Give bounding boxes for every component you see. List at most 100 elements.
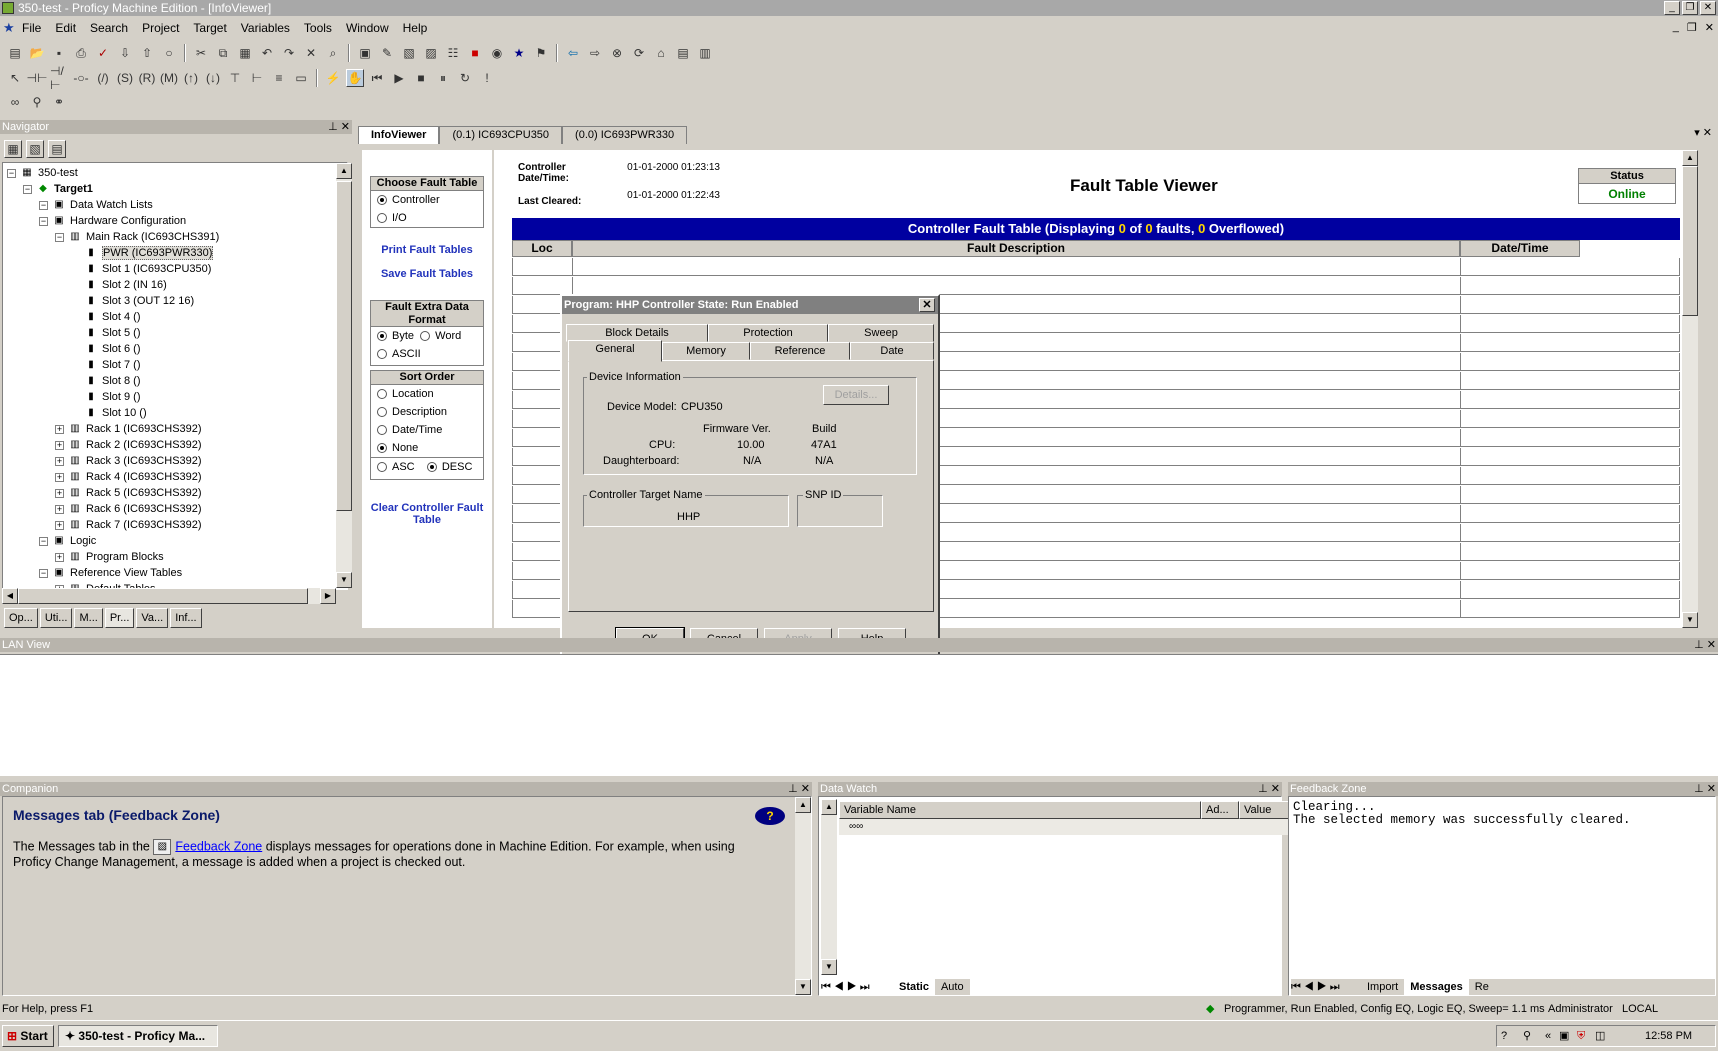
contact-no-icon[interactable]: ⊣⊢ [27,69,48,87]
tree-item[interactable]: − ▥ Main Rack (IC693CHS391) [55,229,219,245]
tree-item[interactable]: ▮ PWR (IC693PWR330) [71,245,214,261]
refresh-icon[interactable]: ⟳ [630,44,648,62]
doc-window-controls[interactable]: ▾ ✕ [1694,126,1712,139]
scroll-up-icon[interactable]: ▲ [336,163,352,179]
tree-item[interactable]: ▮ Slot 10 () [71,405,146,421]
back-icon[interactable]: ⇦ [564,44,582,62]
rung-icon[interactable]: ≡ [270,69,288,87]
paste-icon[interactable]: ▦ [236,44,254,62]
pointer-icon[interactable]: ↖ [6,69,24,87]
redo-icon[interactable]: ↷ [280,44,298,62]
shield-icon[interactable]: ⛨ [1577,1026,1585,1046]
data-watch-scroll[interactable]: ▲ ▼ [821,799,837,975]
open-icon[interactable]: 📂 [28,44,46,62]
scroll-up-icon[interactable]: ▲ [1682,150,1698,166]
clock[interactable]: 12:58 PM [1645,1026,1692,1046]
tree-item[interactable]: ▮ Slot 9 () [71,389,140,405]
scroll-up-icon[interactable]: ▲ [795,797,811,813]
tree-item[interactable]: ▮ Slot 4 () [71,309,140,325]
toolchest-icon[interactable]: ☷ [444,44,462,62]
expand-icon[interactable]: + [55,552,64,562]
mdi-restore-icon[interactable]: ❐ [1687,21,1697,34]
check-icon[interactable]: ✓ [94,44,112,62]
export-icon[interactable]: ▥ [696,44,714,62]
tree-item[interactable]: + ▥ Rack 4 (IC693CHS392) [55,469,202,485]
tree-item[interactable]: + ▥ Rack 6 (IC693CHS392) [55,501,202,517]
radio-asc[interactable]: ASC [377,461,415,473]
mdi-minimize-icon[interactable]: _ [1673,21,1679,34]
expand-icon[interactable]: + [55,520,64,530]
branch-icon[interactable]: ⊢ [248,69,266,87]
online-icon[interactable]: ⚡ [324,69,342,87]
companion-icon[interactable]: ▧ [400,44,418,62]
monitor-mode-icon[interactable]: ✋ [346,69,364,87]
transition-icon[interactable]: ⊤ [226,69,244,87]
new-project-icon[interactable]: ▤ [6,44,24,62]
scroll-down-icon[interactable]: ▼ [336,572,352,588]
minimize-button[interactable]: _ [1664,1,1680,15]
tree-item[interactable]: + ▥ Rack 7 (IC693CHS392) [55,517,202,533]
radio-byte[interactable]: Byte [377,330,414,342]
pause-icon[interactable]: ⏸ [434,69,452,87]
expand-icon[interactable]: − [39,536,48,546]
delete-icon[interactable]: ✕ [302,44,320,62]
rewind-icon[interactable]: ⏮ [368,69,386,87]
bulb-icon[interactable]: ○ [160,44,178,62]
tab-date[interactable]: Date [850,342,934,360]
stop-controller-icon[interactable]: ■ [412,69,430,87]
start-button[interactable]: ⊞ Start [2,1025,54,1047]
binoculars-icon[interactable]: ∞ [6,93,24,111]
tree-item[interactable]: ▮ Slot 3 (OUT 12 16) [71,293,194,309]
pin-icon[interactable]: ⊥ ✕ [788,782,810,796]
data-watch-icon[interactable]: ◉ [488,44,506,62]
expand-icon[interactable]: + [55,504,64,514]
stop-icon[interactable]: ⊗ [608,44,626,62]
cut-icon[interactable]: ✂ [192,44,210,62]
col-loc[interactable]: Loc [512,240,572,257]
upload-icon[interactable]: ⇧ [138,44,156,62]
tab-nav-arrows[interactable]: ⏮ ◀ ▶ ⏭ [821,979,893,995]
tree-item[interactable]: ▮ Slot 1 (IC693CPU350) [71,261,211,277]
coil-set-icon[interactable]: (S) [116,69,134,87]
save-icon[interactable]: ▪ [50,44,68,62]
clear-controller-fault-table-link[interactable]: Clear Controller Fault Table [362,502,492,526]
expand-icon[interactable]: + [55,488,64,498]
menu-project[interactable]: Project [142,21,179,35]
radio-controller[interactable]: Controller [371,191,483,209]
tab-nav-arrows[interactable]: ⏮ ◀ ▶ ⏭ [1291,979,1361,995]
menu-edit[interactable]: Edit [55,21,76,35]
tab-static[interactable]: Static [893,979,935,995]
pin-icon[interactable]: ⊥ ✕ [1694,782,1716,796]
tree-item[interactable]: + ▥ Rack 3 (IC693CHS392) [55,453,202,469]
tree-item[interactable]: − ◆ Target1 [23,181,93,197]
tree-item[interactable]: − ▦ 350-test [7,165,78,181]
scroll-left-icon[interactable]: ◀ [2,588,18,604]
contact-nc-icon[interactable]: ⊣/⊢ [50,64,68,92]
expand-icon[interactable]: + [55,440,64,450]
tab-infoviewer[interactable]: Inf... [170,608,202,628]
run-icon[interactable]: ▶ [390,69,408,87]
coil-neg-icon[interactable]: (/) [94,69,112,87]
radio-datetime[interactable]: Date/Time [371,421,483,439]
nav-view-icon[interactable]: ▦ [4,140,22,158]
fault-row[interactable] [512,258,1680,276]
tree-item[interactable]: ▮ Slot 2 (IN 16) [71,277,167,293]
find-icon[interactable]: ⌕ [324,44,342,62]
taskbar-app-button[interactable]: ✦ 350-test - Proficy Ma... [58,1025,218,1047]
tab-messages[interactable]: Messages [1404,979,1469,995]
feedback-icon[interactable]: ▨ [422,44,440,62]
menu-target[interactable]: Target [193,21,226,35]
tab-project[interactable]: Pr... [104,608,135,628]
menu-tools[interactable]: Tools [304,21,332,35]
tree-item[interactable]: ▮ Slot 8 () [71,373,140,389]
coil-m-icon[interactable]: (M) [160,69,178,87]
expand-icon[interactable]: + [55,456,64,466]
tray-expand-icon[interactable]: « [1545,1026,1551,1046]
close-button[interactable]: ✕ [1700,1,1716,15]
restart-icon[interactable]: ↻ [456,69,474,87]
navigator-icon[interactable]: ▣ [356,44,374,62]
pin-icon[interactable]: ⊥ ✕ [1694,638,1716,652]
coil-neg-trans-icon[interactable]: (↓) [204,69,222,87]
nav-props-icon[interactable]: ▧ [26,140,44,158]
expand-icon[interactable]: − [39,216,48,226]
